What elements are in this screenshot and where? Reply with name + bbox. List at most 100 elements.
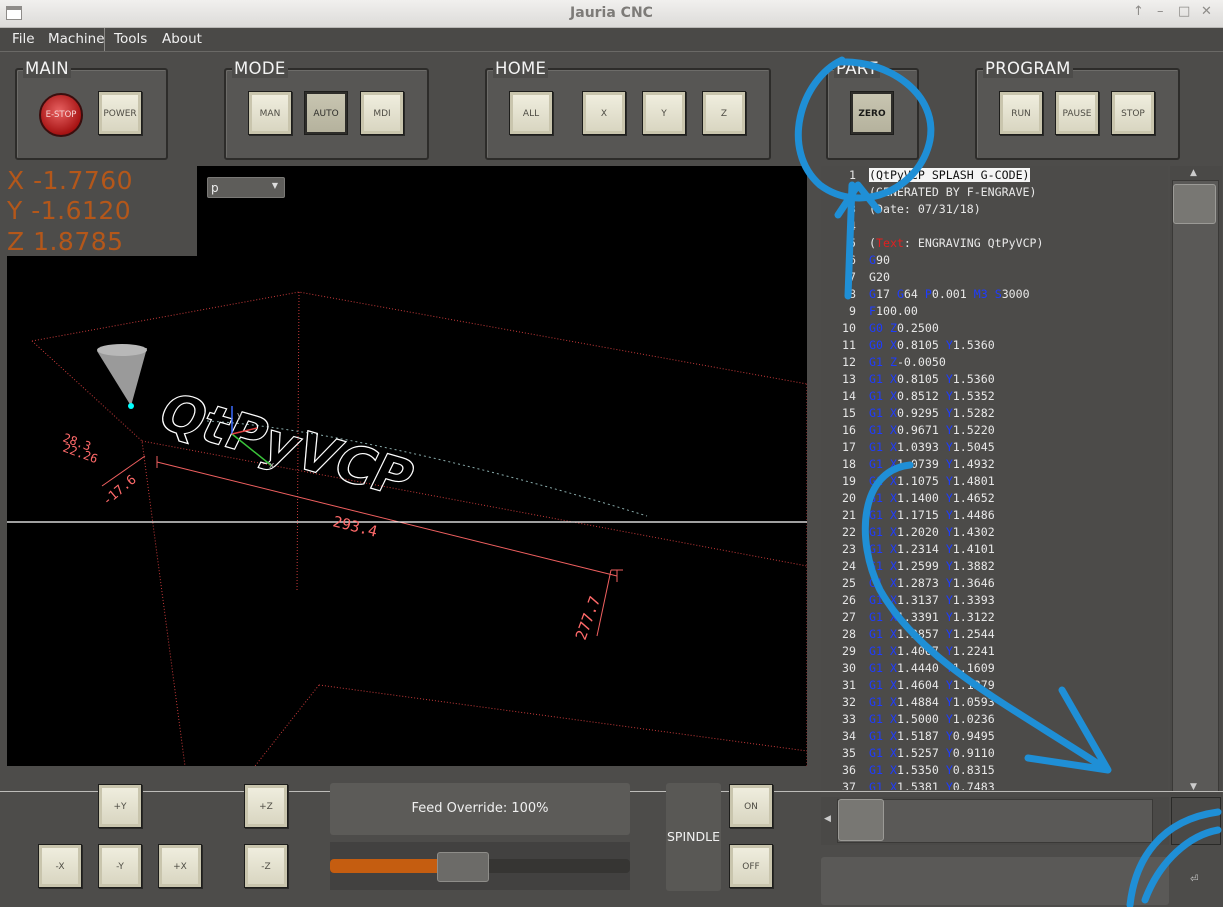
home-x-button[interactable]: X (582, 91, 626, 135)
gcode-line-number: 9 (849, 304, 856, 318)
gcode-line[interactable]: 15 G1 X0.9295 Y1.5282 (821, 405, 1168, 422)
jog-z-plus-button[interactable]: +Z (244, 784, 288, 828)
title-bar: Jauria CNC ↑ – □ ✕ (0, 0, 1223, 28)
menu-file[interactable]: File (12, 31, 35, 47)
scroll-thumb[interactable] (1173, 184, 1216, 224)
gcode-line-text: G1 X1.3391 Y1.3122 (869, 610, 995, 624)
gcode-line[interactable]: 22 G1 X1.2020 Y1.4302 (821, 524, 1168, 541)
hscroll-track[interactable] (837, 799, 1153, 843)
gcode-line[interactable]: 32 G1 X1.4884 Y1.0593 (821, 694, 1168, 711)
gcode-line[interactable]: 35 G1 X1.5257 Y0.9110 (821, 745, 1168, 762)
gcode-line[interactable]: 16 G1 X0.9671 Y1.5220 (821, 422, 1168, 439)
menu-machine[interactable]: Machine (48, 31, 105, 47)
gcode-horizontal-scrollbar[interactable]: ◀ (821, 797, 1169, 845)
tool-cone-top (97, 344, 147, 356)
program-pause-button[interactable]: PAUSE (1055, 91, 1099, 135)
program-stop-button[interactable]: STOP (1111, 91, 1155, 135)
power-button[interactable]: POWER (98, 91, 142, 135)
mode-manual-button[interactable]: MAN (248, 91, 292, 135)
mode-mdi-button[interactable]: MDI (360, 91, 404, 135)
axis-y-label: y (237, 411, 243, 421)
gcode-line-number: 29 (842, 644, 856, 658)
gcode-line-text: G20 (869, 270, 890, 284)
home-z-button[interactable]: Z (702, 91, 746, 135)
gcode-line[interactable]: 21 G1 X1.1715 Y1.4486 (821, 507, 1168, 524)
jog-y-minus-button[interactable]: -Y (98, 844, 142, 888)
dimension-y-label: 277.7 (572, 594, 604, 643)
gcode-line[interactable]: 17 G1 X1.0393 Y1.5045 (821, 439, 1168, 456)
mdi-input[interactable] (821, 857, 1169, 905)
gcode-line-number: 37 (842, 780, 856, 790)
gcode-line[interactable]: 34 G1 X1.5187 Y0.9495 (821, 728, 1168, 745)
home-all-button[interactable]: ALL (509, 91, 553, 135)
gcode-line[interactable]: 24 G1 X1.2599 Y1.3882 (821, 558, 1168, 575)
gcode-line-text: (QtPyVCP SPLASH G-CODE) (869, 168, 1030, 182)
home-y-button[interactable]: Y (642, 91, 686, 135)
backplot-view[interactable]: QtPyVCP 293.4 277.7 -17.6 28.3 22.26 y x (7, 166, 807, 766)
minimize-icon[interactable]: – (1157, 4, 1164, 19)
part-zero-button[interactable]: ZERO (850, 91, 894, 135)
scroll-up-icon[interactable]: ▲ (1190, 168, 1197, 178)
keep-above-icon[interactable]: ↑ (1133, 4, 1144, 19)
view-selector[interactable]: p ▼ (207, 177, 285, 198)
gcode-line[interactable]: 33 G1 X1.5000 Y1.0236 (821, 711, 1168, 728)
gcode-line[interactable]: 37 G1 X1.5381 Y0.7483 (821, 779, 1168, 790)
gcode-line-text: G1 X0.9671 Y1.5220 (869, 423, 995, 437)
gcode-line[interactable]: 1 (QtPyVCP SPLASH G-CODE) (821, 167, 1168, 184)
gcode-line[interactable]: 9 F100.00 (821, 303, 1168, 320)
program-run-button[interactable]: RUN (999, 91, 1043, 135)
hscroll-thumb[interactable] (838, 799, 884, 841)
estop-button[interactable]: E-STOP (39, 93, 83, 137)
gcode-line-number: 15 (842, 406, 856, 420)
jog-x-plus-button[interactable]: +X (158, 844, 202, 888)
gcode-vertical-scrollbar[interactable]: ▲ ▼ (1170, 166, 1222, 796)
gcode-line[interactable]: 29 G1 X1.4067 Y1.2241 (821, 643, 1168, 660)
gcode-line[interactable]: 11 G0 X0.8105 Y1.5360 (821, 337, 1168, 354)
gcode-line[interactable]: 20 G1 X1.1400 Y1.4652 (821, 490, 1168, 507)
gcode-line[interactable]: 28 G1 X1.3857 Y1.2544 (821, 626, 1168, 643)
scroll-track[interactable] (1172, 180, 1219, 792)
gcode-line[interactable]: 36 G1 X1.5350 Y0.8315 (821, 762, 1168, 779)
gcode-line[interactable]: 7 G20 (821, 269, 1168, 286)
gcode-line[interactable]: 2 (GENERATED BY F-ENGRAVE) (821, 184, 1168, 201)
gcode-line[interactable]: 26 G1 X1.3137 Y1.3393 (821, 592, 1168, 609)
gcode-line-text: G1 Z-0.0050 (869, 355, 946, 369)
gcode-line[interactable]: 6 G90 (821, 252, 1168, 269)
gcode-line[interactable]: 8 G17 G64 P0.001 M3 S3000 (821, 286, 1168, 303)
gcode-viewer[interactable]: 1 (QtPyVCP SPLASH G-CODE) 2 (GENERATED BY F… (821, 166, 1168, 790)
gcode-line[interactable]: 30 G1 X1.4440 Y1.1609 (821, 660, 1168, 677)
gcode-line-text: G0 Z0.2500 (869, 321, 939, 335)
jog-z-minus-button[interactable]: -Z (244, 844, 288, 888)
gcode-line[interactable]: 3 (Date: 07/31/18) (821, 201, 1168, 218)
gcode-line[interactable]: 27 G1 X1.3391 Y1.3122 (821, 609, 1168, 626)
spindle-on-button[interactable]: ON (729, 784, 773, 828)
gcode-line-number: 1 (849, 168, 856, 182)
jog-x-minus-button[interactable]: -X (38, 844, 82, 888)
menu-tools[interactable]: Tools (114, 31, 147, 47)
gcode-line-text: G1 X0.8512 Y1.5352 (869, 389, 995, 403)
mode-auto-button[interactable]: AUTO (304, 91, 348, 135)
gcode-line[interactable]: 25 G1 X1.2873 Y1.3646 (821, 575, 1168, 592)
enter-icon[interactable]: ⏎ (1190, 874, 1198, 885)
gcode-line[interactable]: 19 G1 X1.1075 Y1.4801 (821, 473, 1168, 490)
gcode-line-text: G1 X1.4884 Y1.0593 (869, 695, 995, 709)
gcode-line[interactable]: 23 G1 X1.2314 Y1.4101 (821, 541, 1168, 558)
spindle-off-button[interactable]: OFF (729, 844, 773, 888)
menu-about[interactable]: About (162, 31, 202, 47)
gcode-line[interactable]: 31 G1 X1.4604 Y1.1279 (821, 677, 1168, 694)
slider-handle[interactable] (437, 852, 489, 882)
close-icon[interactable]: ✕ (1201, 4, 1212, 19)
gcode-line[interactable]: 12 G1 Z-0.0050 (821, 354, 1168, 371)
gcode-line[interactable]: 14 G1 X0.8512 Y1.5352 (821, 388, 1168, 405)
gcode-line[interactable]: 10 G0 Z0.2500 (821, 320, 1168, 337)
gcode-line[interactable]: 18 G1 X1.0739 Y1.4932 (821, 456, 1168, 473)
gcode-line-number: 3 (849, 202, 856, 216)
scroll-left-icon[interactable]: ◀ (824, 814, 831, 824)
home-group-title: HOME (493, 59, 549, 78)
feed-override-slider[interactable] (330, 842, 630, 890)
gcode-line[interactable]: 4 (821, 218, 1168, 235)
gcode-line[interactable]: 13 G1 X0.8105 Y1.5360 (821, 371, 1168, 388)
jog-y-plus-button[interactable]: +Y (98, 784, 142, 828)
gcode-line[interactable]: 5 (Text: ENGRAVING QtPyVCP) (821, 235, 1168, 252)
maximize-icon[interactable]: □ (1178, 4, 1190, 19)
